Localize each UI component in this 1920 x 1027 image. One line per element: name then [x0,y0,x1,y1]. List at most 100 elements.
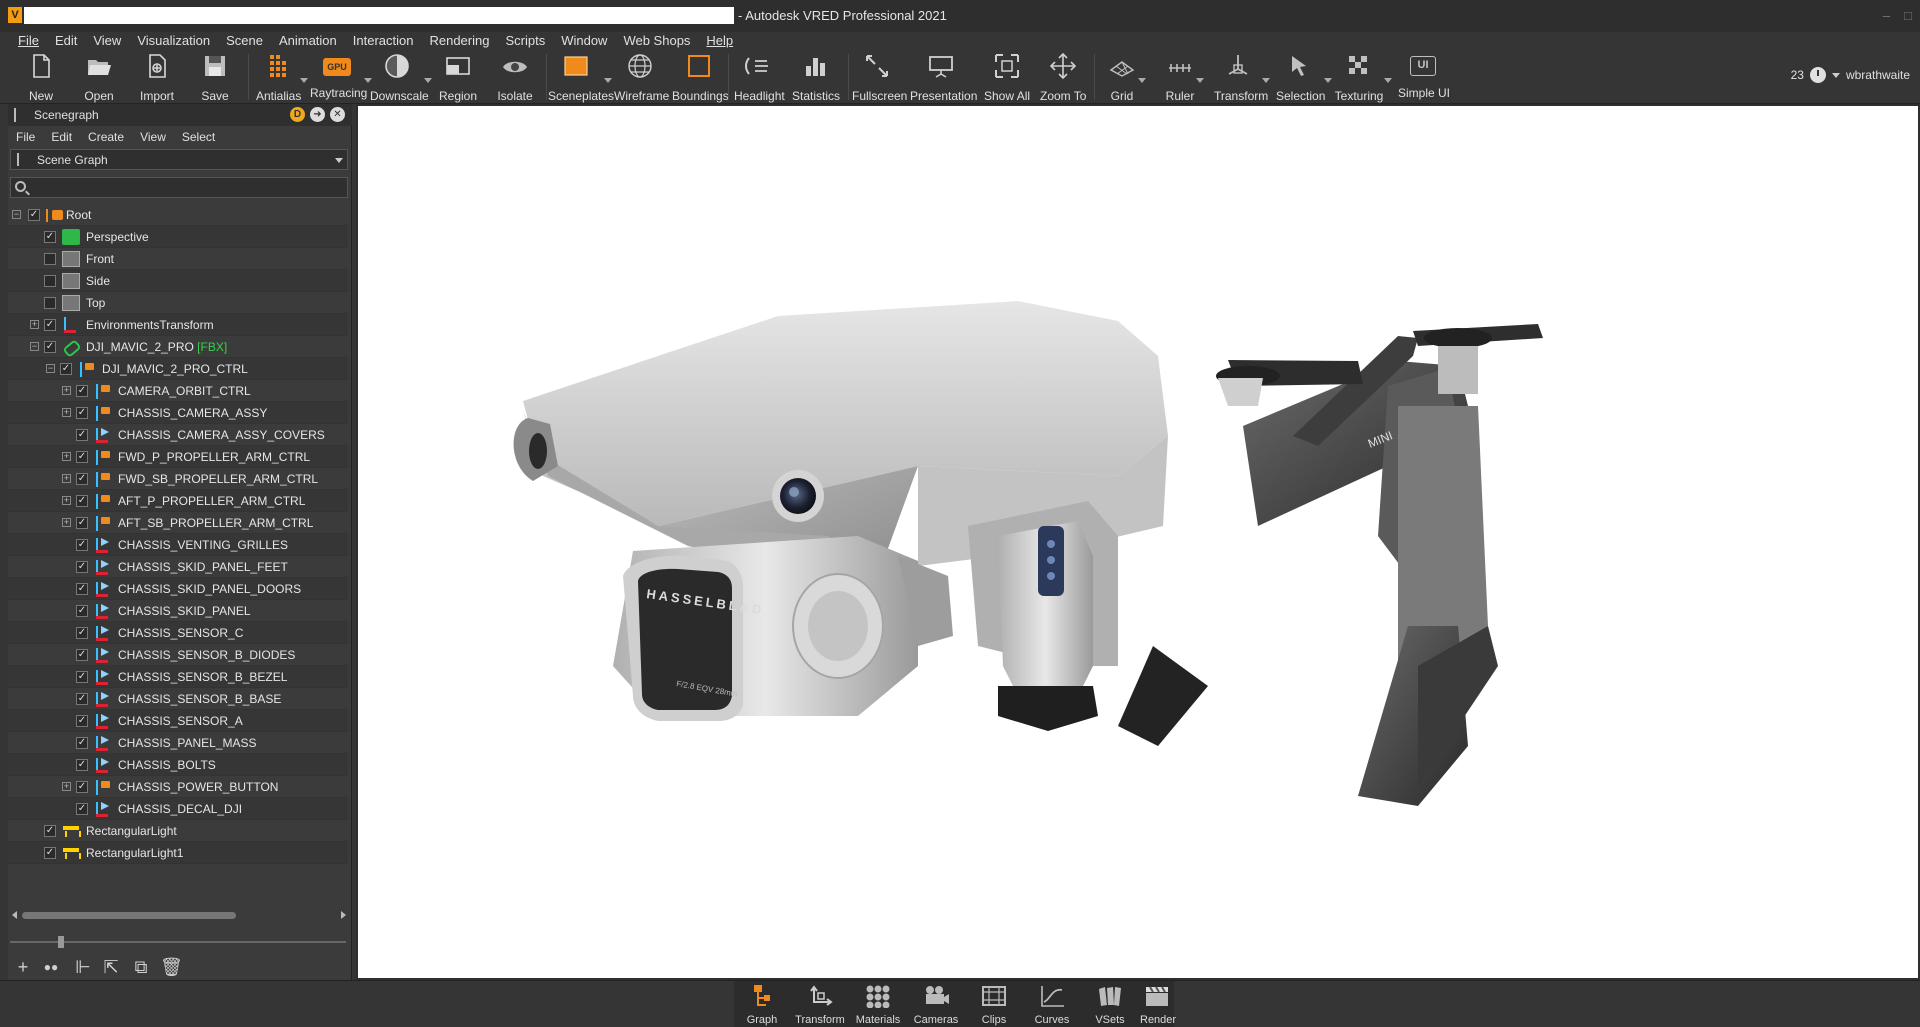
search-input[interactable] [33,179,333,196]
visibility-checkbox[interactable]: ✓ [76,429,88,441]
downscale-dropdown-arrow[interactable] [424,78,432,83]
new-button[interactable]: New [22,52,60,104]
collapse-icon[interactable]: − [46,364,55,373]
drone-3d-model[interactable]: MINI HASSELBLAD F/2.8 EQV 28mm [358,106,1920,980]
visibility-checkbox[interactable]: ✓ [76,451,88,463]
visibility-checkbox[interactable]: ✓ [28,209,40,221]
menu-scene[interactable]: Scene [218,32,271,50]
headlight-button[interactable]: Headlight [734,52,785,104]
maximize-button[interactable]: □ [1904,8,1912,23]
dock-curves-button[interactable]: Curves [1024,984,1080,1027]
add-node-icon[interactable]: + [12,956,34,978]
dock-graph-button[interactable]: Graph [734,984,790,1027]
tree-node-chassis-power-button[interactable]: + ✓ CHASSIS_POWER_BUTTON [8,776,348,798]
menu-help[interactable]: Help [698,32,741,50]
expand-icon[interactable]: + [62,386,71,395]
wireframe-button[interactable]: Wireframe [614,52,669,104]
visibility-checkbox[interactable]: ✓ [76,737,88,749]
visibility-icon[interactable]: ●● [40,956,62,978]
dock-cameras-button[interactable]: Cameras [908,984,964,1027]
scenegraph-menu-file[interactable]: File [8,128,43,146]
tree-node-chassis-bolts[interactable]: ✓ CHASSIS_BOLTS [8,754,348,776]
tree-node-rectangularlight[interactable]: ✓ RectangularLight [8,820,348,842]
visibility-checkbox[interactable]: ✓ [76,517,88,529]
tree-node-chassis-decal-dji[interactable]: ✓ CHASSIS_DECAL_DJI [8,798,348,820]
chevron-down-icon[interactable] [1831,72,1840,78]
statistics-button[interactable]: Statistics [792,52,840,104]
visibility-checkbox[interactable]: ✓ [60,363,72,375]
visibility-checkbox[interactable] [44,297,56,309]
move-up-icon[interactable]: ⇱ [100,956,122,978]
tree-node-perspective[interactable]: ✓ Perspective [8,226,348,248]
ruler-button[interactable]: Ruler [1164,52,1204,104]
tree-node-chassis-sensor-a[interactable]: ✓ CHASSIS_SENSOR_A [8,710,348,732]
selection-dropdown-arrow[interactable] [1324,78,1332,83]
scenegraph-menu-view[interactable]: View [132,128,174,146]
fullscreen-button[interactable]: Fullscreen [852,52,907,104]
visibility-checkbox[interactable]: ✓ [76,407,88,419]
dock-render-button[interactable]: Render [1140,984,1176,1027]
tree-node-environmentstransform[interactable]: + ✓ EnvironmentsTransform [8,314,348,336]
tree-node-fwd-p-propeller-arm-ctrl[interactable]: + ✓ FWD_P_PROPELLER_ARM_CTRL [8,446,348,468]
graph-view-select[interactable]: Scene Graph [10,149,348,170]
ruler-dropdown-arrow[interactable] [1196,78,1204,83]
minimize-button[interactable]: – [1883,8,1890,23]
render-viewport[interactable]: MINI HASSELBLAD F/2.8 EQV 28mm [356,104,1920,980]
tree-node-aft-sb-propeller-arm-ctrl[interactable]: + ✓ AFT_SB_PROPELLER_ARM_CTRL [8,512,348,534]
dock-badge-button[interactable]: D [290,107,305,122]
visibility-checkbox[interactable]: ✓ [76,803,88,815]
menu-view[interactable]: View [85,32,129,50]
texturing-dropdown-arrow[interactable] [1384,78,1392,83]
antialias-dropdown-arrow[interactable] [300,78,308,83]
tree-node-dji-mavic-2-pro-ctrl[interactable]: − ✓ DJI_MAVIC_2_PRO_CTRL [8,358,348,380]
scrollbar-thumb[interactable] [22,912,236,919]
tree-node-chassis-sensor-b-base[interactable]: ✓ CHASSIS_SENSOR_B_BASE [8,688,348,710]
menu-scripts[interactable]: Scripts [497,32,553,50]
raytracing-button[interactable]: GPU Raytracing [310,52,372,104]
clone-icon[interactable]: ⧉ [130,956,152,978]
region-button[interactable]: Region [438,52,478,104]
expand-icon[interactable]: + [62,518,71,527]
tree-node-camera-orbit-ctrl[interactable]: + ✓ CAMERA_ORBIT_CTRL [8,380,348,402]
simple-ui-button[interactable]: UI Simple UI [1398,52,1450,104]
expand-icon[interactable]: + [62,408,71,417]
scenegraph-menu-edit[interactable]: Edit [43,128,80,146]
tree-node-front[interactable]: Front [8,248,348,270]
visibility-checkbox[interactable]: ✓ [44,847,56,859]
save-button[interactable]: Save [198,52,232,104]
dock-transform-button[interactable]: Transform [792,984,848,1027]
tree-node-rectangularlight1[interactable]: ✓ RectangularLight1 [8,842,348,864]
tree-node-chassis-sensor-c[interactable]: ✓ CHASSIS_SENSOR_C [8,622,348,644]
scroll-right-icon[interactable] [341,911,346,919]
visibility-checkbox[interactable]: ✓ [76,495,88,507]
visibility-checkbox[interactable]: ✓ [76,561,88,573]
visibility-checkbox[interactable]: ✓ [76,385,88,397]
zoom-to-button[interactable]: Zoom To [1040,52,1086,104]
visibility-checkbox[interactable]: ✓ [44,341,56,353]
visibility-checkbox[interactable]: ✓ [76,649,88,661]
tree-node-chassis-camera-assy-covers[interactable]: ✓ CHASSIS_CAMERA_ASSY_COVERS [8,424,348,446]
tree-horizontal-scrollbar[interactable] [12,910,346,920]
visibility-checkbox[interactable]: ✓ [76,583,88,595]
menu-web-shops[interactable]: Web Shops [615,32,698,50]
dock-clips-button[interactable]: Clips [966,984,1022,1027]
tree-node-chassis-sensor-b-diodes[interactable]: ✓ CHASSIS_SENSOR_B_DIODES [8,644,348,666]
show-all-button[interactable]: Show All [984,52,1030,104]
tree-node-chassis-skid-panel[interactable]: ✓ CHASSIS_SKID_PANEL [8,600,348,622]
grid-button[interactable]: Grid [1106,52,1146,104]
slider-handle[interactable] [58,936,64,948]
grid-dropdown-arrow[interactable] [1138,78,1146,83]
delete-icon[interactable]: 🗑 [160,956,183,978]
tree-node-chassis-sensor-b-bezel[interactable]: ✓ CHASSIS_SENSOR_B_BEZEL [8,666,348,688]
visibility-checkbox[interactable]: ✓ [76,759,88,771]
tree-node-side[interactable]: Side [8,270,348,292]
expand-icon[interactable]: + [62,782,71,791]
visibility-checkbox[interactable]: ✓ [76,715,88,727]
scenegraph-menu-create[interactable]: Create [80,128,132,146]
import-button[interactable]: Import [137,52,177,104]
transform-button[interactable]: Transform [1214,52,1270,104]
scroll-left-icon[interactable] [12,911,17,919]
visibility-checkbox[interactable] [44,275,56,287]
visibility-checkbox[interactable]: ✓ [76,671,88,683]
tree-node-chassis-skid-panel-doors[interactable]: ✓ CHASSIS_SKID_PANEL_DOORS [8,578,348,600]
